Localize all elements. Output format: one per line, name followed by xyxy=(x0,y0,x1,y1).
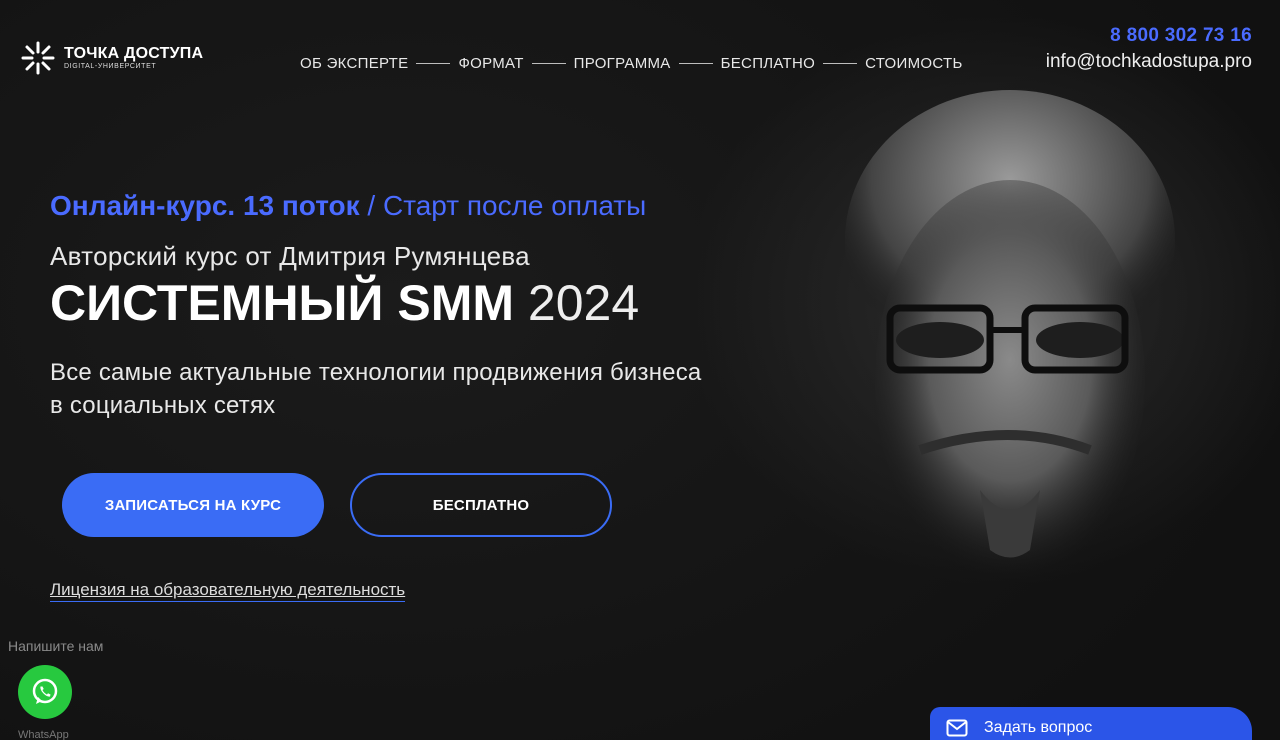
course-tagline: Онлайн-курс. 13 поток / Старт после опла… xyxy=(50,190,646,222)
whatsapp-caption: Напишите нам xyxy=(8,638,104,654)
course-start: / Старт после оплаты xyxy=(359,190,647,221)
logo-text: ТОЧКА ДОСТУПА DIGITAL-УНИВЕРСИТЕТ xyxy=(64,45,203,71)
header-contacts: 8 800 302 73 16 info@tochkadostupa.pro xyxy=(1046,25,1252,73)
whatsapp-icon xyxy=(32,678,58,704)
ask-question-button[interactable]: Задать вопрос xyxy=(930,707,1252,740)
nav-item-program[interactable]: ПРОГРАММА xyxy=(574,55,671,72)
expert-portrait xyxy=(845,90,1175,580)
nav-separator xyxy=(416,63,451,64)
title-year: 2024 xyxy=(514,275,640,331)
email-link[interactable]: info@tochkadostupa.pro xyxy=(1046,51,1252,73)
nav-item-free[interactable]: БЕСПЛАТНО xyxy=(721,55,816,72)
course-stream: Онлайн-курс. 13 поток xyxy=(50,190,360,221)
nav-separator xyxy=(823,63,858,64)
phone-link[interactable]: 8 800 302 73 16 xyxy=(1046,25,1252,47)
nav-item-price[interactable]: СТОИМОСТЬ xyxy=(865,55,962,72)
page-title: СИСТЕМНЫЙ SMM 2024 xyxy=(50,274,639,332)
main-nav: ОБ ЭКСПЕРТЕ ФОРМАТ ПРОГРАММА БЕСПЛАТНО С… xyxy=(300,55,963,72)
ask-question-label: Задать вопрос xyxy=(984,719,1093,736)
nav-separator xyxy=(531,63,566,64)
nav-item-about-expert[interactable]: ОБ ЭКСПЕРТЕ xyxy=(300,55,408,72)
whatsapp-label: WhatsApp xyxy=(18,729,69,740)
hero-subtitle: Все самые актуальные технологии продвиже… xyxy=(50,359,702,419)
nav-separator xyxy=(678,63,713,64)
whatsapp-button[interactable] xyxy=(18,665,72,719)
brand-subtitle: DIGITAL-УНИВЕРСИТЕТ xyxy=(64,63,157,70)
license-link[interactable]: Лицензия на образовательную деятельность xyxy=(50,580,406,602)
brand-name: ТОЧКА ДОСТУПА xyxy=(64,45,204,62)
enroll-button[interactable]: ЗАПИСАТЬСЯ НА КУРС xyxy=(62,473,324,537)
nav-item-format[interactable]: ФОРМАТ xyxy=(458,55,523,72)
title-main: СИСТЕМНЫЙ SMM xyxy=(50,275,514,331)
free-button[interactable]: БЕСПЛАТНО xyxy=(350,473,612,537)
course-author: Авторский курс от Дмитрия Румянцева xyxy=(50,241,530,271)
mail-icon xyxy=(946,719,968,737)
brand-logo[interactable]: ТОЧКА ДОСТУПА DIGITAL-УНИВЕРСИТЕТ xyxy=(20,40,203,76)
logo-mark-icon xyxy=(21,41,55,75)
